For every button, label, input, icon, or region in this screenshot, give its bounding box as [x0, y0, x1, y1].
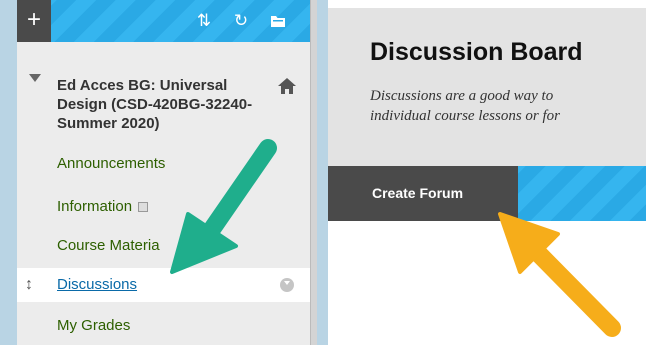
refresh-button[interactable]: ↻: [223, 4, 259, 38]
description-line: individual course lessons or for: [370, 108, 560, 124]
course-menu: + ⇅ ↻ Ed Acces BG: Universal Design (CSD…: [17, 0, 311, 345]
folder-indicator-icon: [138, 202, 149, 213]
action-bar: Create Forum: [328, 166, 646, 221]
menu-item-label: Course Materia: [57, 237, 160, 254]
menu-item-information[interactable]: Information: [17, 190, 310, 224]
menu-item-label-wrap: Information: [57, 190, 149, 224]
menu-item-course-materials[interactable]: Course Materia: [17, 229, 310, 263]
collapse-triangle-icon[interactable]: [29, 74, 41, 82]
course-title[interactable]: Ed Acces BG: Universal Design (CSD-420BG…: [57, 76, 267, 133]
menu-item-label: Announcements: [57, 155, 166, 172]
add-menu-item-button[interactable]: +: [17, 0, 51, 42]
menu-item-announcements[interactable]: Announcements: [17, 147, 310, 181]
menu-item-my-grades[interactable]: My Grades: [17, 309, 310, 343]
menu-splitter[interactable]: [310, 0, 317, 345]
create-forum-button[interactable]: Create Forum: [328, 166, 518, 221]
drag-handle-icon[interactable]: ↕: [25, 268, 33, 302]
menu-item-discussions[interactable]: ↕ Discussions: [17, 268, 310, 302]
manage-folders-button[interactable]: [260, 4, 296, 38]
main-content: Discussion Board Discussions are a good …: [328, 0, 646, 345]
course-header: Ed Acces BG: Universal Design (CSD-420BG…: [17, 62, 310, 142]
sort-icon: ⇅: [196, 11, 212, 30]
menu-item-label: My Grades: [57, 317, 131, 334]
page-header: Discussion Board Discussions are a good …: [328, 8, 646, 166]
page-title: Discussion Board: [370, 38, 583, 66]
menu-item-label: Discussions: [57, 276, 138, 293]
plus-icon: +: [26, 6, 41, 33]
description-line: Discussions are a good way to: [370, 88, 554, 104]
page-description: Discussions are a good way to individual…: [370, 86, 646, 126]
course-menu-toolbar: + ⇅ ↻: [17, 0, 310, 42]
folder-icon: [271, 16, 285, 27]
options-chevron-icon[interactable]: [280, 278, 294, 292]
home-icon[interactable]: [277, 76, 297, 96]
refresh-icon: ↻: [233, 11, 249, 30]
reorder-button[interactable]: ⇅: [186, 4, 222, 38]
menu-item-label: Information: [57, 198, 133, 215]
